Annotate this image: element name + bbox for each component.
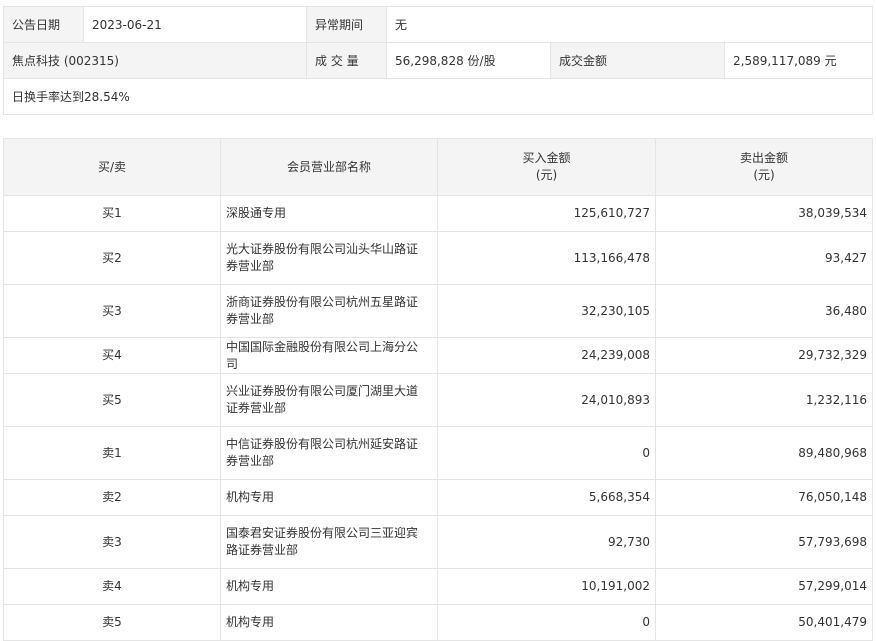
header-side: 买/卖	[3, 138, 221, 196]
table-row: 卖4 机构专用 10,191,002 57,299,014	[3, 568, 873, 605]
row-side: 买1	[3, 195, 221, 232]
row-buy: 24,010,893	[437, 373, 656, 427]
row-name: 中国国际金融股份有限公司上海分公司	[220, 337, 438, 374]
table-row: 买1 深股通专用 125,610,727 38,039,534	[3, 195, 873, 232]
row-side: 卖2	[3, 479, 221, 516]
row-side: 卖3	[3, 515, 221, 569]
row-sell: 93,427	[655, 231, 873, 285]
stock-name: 焦点科技 (002315)	[3, 42, 307, 79]
row-buy: 0	[437, 426, 656, 480]
row-side: 买5	[3, 373, 221, 427]
row-sell: 29,732,329	[655, 337, 873, 374]
row-side: 卖4	[3, 568, 221, 605]
header-sell: 卖出金额 (元)	[655, 138, 873, 196]
row-buy: 125,610,727	[437, 195, 656, 232]
row-buy: 10,191,002	[437, 568, 656, 605]
row-name: 机构专用	[220, 568, 438, 605]
amount-label: 成交金额	[550, 42, 725, 79]
row-name: 浙商证券股份有限公司杭州五星路证券营业部	[220, 284, 438, 338]
table-row: 买5 兴业证券股份有限公司厦门湖里大道证券营业部 24,010,893 1,23…	[3, 373, 873, 427]
row-buy: 5,668,354	[437, 479, 656, 516]
row-sell: 1,232,116	[655, 373, 873, 427]
table-header-row: 买/卖 会员营业部名称 买入金额 (元) 卖出金额 (元)	[3, 138, 873, 196]
table-row: 卖2 机构专用 5,668,354 76,050,148	[3, 479, 873, 516]
info-row-date: 公告日期 2023-06-21 异常期间 无	[3, 6, 874, 43]
row-side: 买3	[3, 284, 221, 338]
date-label: 公告日期	[3, 6, 84, 43]
row-sell: 50,401,479	[655, 604, 873, 641]
row-side: 卖5	[3, 604, 221, 641]
row-sell: 38,039,534	[655, 195, 873, 232]
table-row: 买3 浙商证券股份有限公司杭州五星路证券营业部 32,230,105 36,48…	[3, 284, 873, 338]
info-row-reason: 日换手率达到28.54%	[2, 78, 874, 115]
row-buy: 32,230,105	[437, 284, 656, 338]
table-row: 卖5 机构专用 0 50,401,479	[3, 604, 873, 641]
row-name: 中信证券股份有限公司杭州延安路证券营业部	[220, 426, 438, 480]
trade-detail-table: 买/卖 会员营业部名称 买入金额 (元) 卖出金额 (元) 买1 深股通专用 125…	[3, 138, 873, 641]
volume-label: 成 交 量	[306, 42, 387, 79]
row-name: 国泰君安证券股份有限公司三亚迎宾路证券营业部	[220, 515, 438, 569]
stock-info-table: 公告日期 2023-06-21 异常期间 无 焦点科技 (002315) 成 交…	[2, 6, 874, 115]
row-name: 光大证券股份有限公司汕头华山路证券营业部	[220, 231, 438, 285]
row-side: 买2	[3, 231, 221, 285]
table-row: 卖1 中信证券股份有限公司杭州延安路证券营业部 0 89,480,968	[3, 426, 873, 480]
row-side: 卖1	[3, 426, 221, 480]
reason-text: 日换手率达到28.54%	[2, 78, 874, 115]
header-buy: 买入金额 (元)	[437, 138, 656, 196]
row-side: 买4	[3, 337, 221, 374]
row-buy: 24,239,008	[437, 337, 656, 374]
row-sell: 76,050,148	[655, 479, 873, 516]
header-name: 会员营业部名称	[220, 138, 438, 196]
amount-value: 2,589,117,089 元	[723, 42, 874, 79]
volume-value: 56,298,828 份/股	[386, 42, 551, 79]
date-value: 2023-06-21	[83, 6, 307, 43]
row-sell: 89,480,968	[655, 426, 873, 480]
row-name: 深股通专用	[220, 195, 438, 232]
row-buy: 0	[437, 604, 656, 641]
row-name: 机构专用	[220, 479, 438, 516]
table-row: 买2 光大证券股份有限公司汕头华山路证券营业部 113,166,478 93,4…	[3, 231, 873, 285]
row-buy: 92,730	[437, 515, 656, 569]
table-row: 卖3 国泰君安证券股份有限公司三亚迎宾路证券营业部 92,730 57,793,…	[3, 515, 873, 569]
table-row: 买4 中国国际金融股份有限公司上海分公司 24,239,008 29,732,3…	[3, 337, 873, 374]
row-sell: 36,480	[655, 284, 873, 338]
info-row-volume: 焦点科技 (002315) 成 交 量 56,298,828 份/股 成交金额 …	[3, 42, 874, 79]
row-buy: 113,166,478	[437, 231, 656, 285]
row-name: 兴业证券股份有限公司厦门湖里大道证券营业部	[220, 373, 438, 427]
period-label: 异常期间	[306, 6, 387, 43]
row-sell: 57,793,698	[655, 515, 873, 569]
row-sell: 57,299,014	[655, 568, 873, 605]
period-value: 无	[385, 6, 874, 43]
row-name: 机构专用	[220, 604, 438, 641]
